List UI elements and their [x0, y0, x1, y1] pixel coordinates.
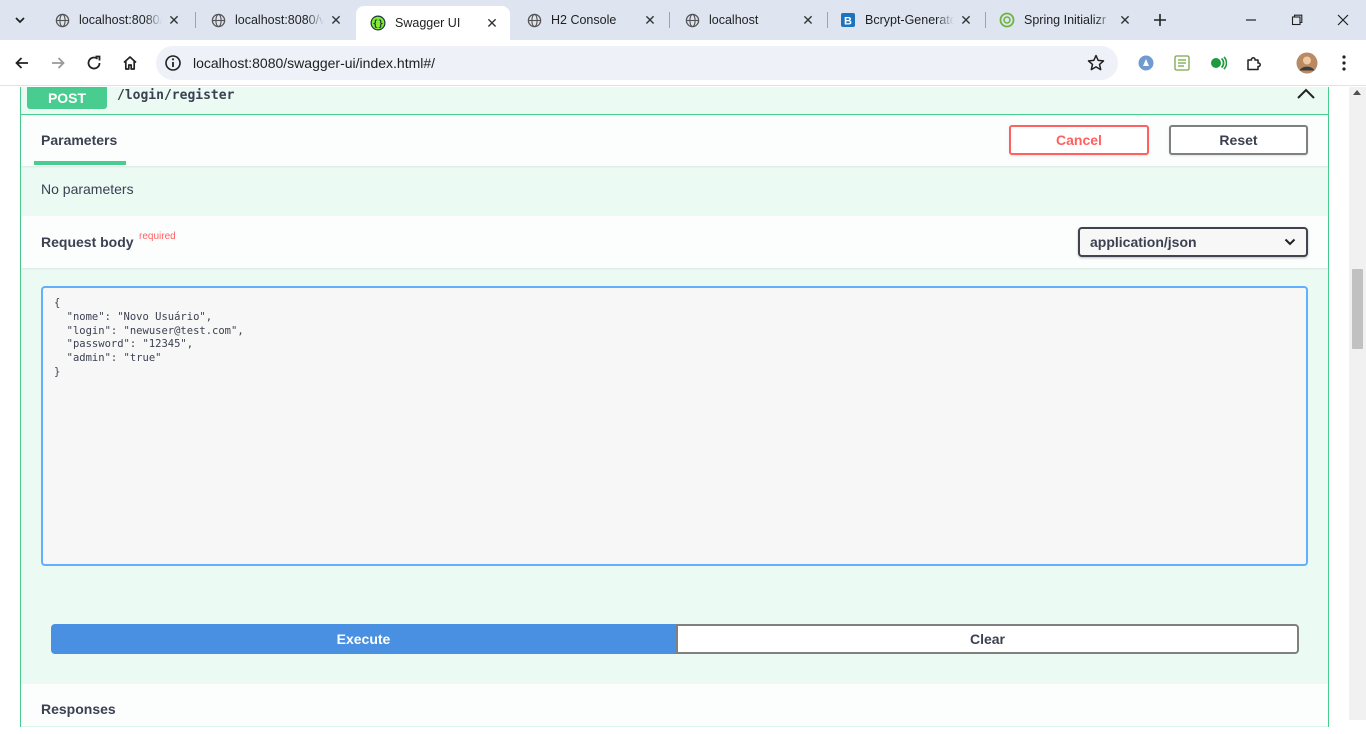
forward-button[interactable] [43, 48, 73, 78]
browser-tab-spring-initializr[interactable]: Spring Initializr ✕ [985, 0, 1143, 40]
arrow-right-icon [52, 57, 65, 69]
browser-tab-bcrypt[interactable]: B Bcrypt-Generator.com ✕ [826, 0, 984, 40]
content-type-select[interactable]: application/json [1078, 227, 1308, 257]
browser-tab-h2-console[interactable]: H2 Console ✕ [512, 0, 668, 40]
chrome-menu-button[interactable] [1333, 52, 1355, 74]
browser-tab-localhost[interactable]: localhost ✕ [670, 0, 826, 40]
operation-summary[interactable]: POST /login/register [21, 87, 1328, 115]
browser-toolbar: localhost:8080/swagger-ui/index.html#/ [0, 40, 1366, 86]
browser-tab-swagger-ui[interactable]: {} Swagger UI ✕ [356, 6, 510, 40]
reload-button[interactable] [79, 48, 109, 78]
extension-3-icon[interactable] [1207, 52, 1229, 74]
tab-search-button[interactable] [6, 6, 34, 34]
globe-icon [210, 12, 226, 28]
svg-text:B: B [844, 16, 852, 28]
extension-2-icon[interactable] [1171, 52, 1193, 74]
tab-title: localhost:8080/v3/api-docs [235, 13, 324, 27]
close-icon[interactable]: ✕ [642, 12, 658, 28]
responses-header: Responses [21, 684, 1328, 734]
chevron-up-icon[interactable] [1296, 87, 1316, 101]
chevron-down-icon [15, 17, 25, 24]
close-icon[interactable]: ✕ [958, 12, 974, 28]
plus-icon [1154, 14, 1166, 26]
tab-title: Spring Initializr [1024, 13, 1106, 27]
content-type-value: application/json [1090, 234, 1197, 250]
new-tab-button[interactable] [1150, 10, 1170, 30]
scroll-up-arrow-icon[interactable] [1353, 90, 1361, 95]
tab-title: localhost:8080/v3/api-docs [79, 13, 162, 27]
home-button[interactable] [115, 48, 145, 78]
minimize-icon [1246, 19, 1256, 21]
chevron-down-icon [1284, 238, 1296, 246]
tab-parameters[interactable]: Parameters [41, 132, 117, 148]
scrollbar-thumb[interactable] [1352, 269, 1363, 349]
operation-path: /login/register [117, 88, 235, 103]
close-window-button[interactable] [1320, 0, 1366, 40]
execute-button[interactable]: Execute [51, 624, 676, 654]
star-icon[interactable] [1086, 53, 1106, 73]
restore-icon [1291, 14, 1303, 26]
tab-title: Bcrypt-Generator.com [865, 13, 954, 27]
browser-tab-1[interactable]: localhost:8080/v3/api-docs ✕ [40, 0, 192, 40]
responses-title: Responses [41, 701, 116, 717]
url-text[interactable]: localhost:8080/swagger-ui/index.html#/ [193, 55, 435, 71]
operation-block: POST /login/register Parameters Cancel R… [20, 87, 1329, 734]
extensions-puzzle-icon[interactable] [1243, 52, 1265, 74]
browser-tab-2[interactable]: localhost:8080/v3/api-docs ✕ [196, 0, 354, 40]
parameters-header: Parameters Cancel Reset [21, 116, 1328, 166]
more-vertical-icon [1342, 55, 1346, 71]
tab-title: Swagger UI [395, 16, 461, 30]
back-button[interactable] [7, 48, 37, 78]
tab-title: localhost [709, 13, 759, 27]
globe-icon [684, 12, 700, 28]
page-content: POST /login/register Parameters Cancel R… [0, 87, 1366, 734]
profile-avatar[interactable] [1296, 52, 1318, 74]
reload-icon [87, 55, 101, 70]
minimize-button[interactable] [1228, 0, 1274, 40]
svg-text:{}: {} [373, 20, 384, 30]
site-info-icon[interactable] [164, 54, 182, 72]
browser-tab-strip: localhost:8080/v3/api-docs ✕ localhost:8… [0, 0, 1366, 40]
tab-title: H2 Console [551, 13, 617, 27]
close-icon[interactable]: ✕ [166, 12, 182, 28]
bcrypt-icon: B [840, 12, 856, 28]
close-icon[interactable]: ✕ [800, 12, 816, 28]
arrow-left-icon [15, 57, 28, 69]
swagger-icon: {} [370, 15, 386, 31]
no-parameters-text: No parameters [41, 181, 134, 197]
globe-icon [526, 12, 542, 28]
http-method-badge: POST [27, 87, 107, 109]
close-icon[interactable]: ✕ [328, 12, 344, 28]
close-icon[interactable]: ✕ [484, 15, 500, 31]
request-body-header: Request body required application/json [21, 216, 1328, 268]
close-icon[interactable]: ✕ [1117, 12, 1133, 28]
request-body-title: Request body [41, 234, 134, 250]
extension-1-icon[interactable] [1135, 52, 1157, 74]
spring-icon [999, 12, 1015, 28]
globe-icon [54, 12, 70, 28]
request-body-editor[interactable]: { "nome": "Novo Usuário", "login": "newu… [41, 286, 1308, 566]
restore-button[interactable] [1274, 0, 1320, 40]
required-label: required [139, 231, 176, 242]
close-icon [1337, 14, 1349, 26]
tab-active-indicator [34, 161, 126, 165]
execute-wrapper: Execute Clear [51, 624, 1299, 654]
address-bar[interactable]: localhost:8080/swagger-ui/index.html#/ [156, 46, 1118, 80]
reset-button[interactable]: Reset [1169, 125, 1308, 155]
cancel-button[interactable]: Cancel [1009, 125, 1149, 155]
home-icon [123, 56, 137, 70]
page-scrollbar[interactable] [1349, 87, 1366, 720]
clear-button[interactable]: Clear [676, 624, 1299, 654]
